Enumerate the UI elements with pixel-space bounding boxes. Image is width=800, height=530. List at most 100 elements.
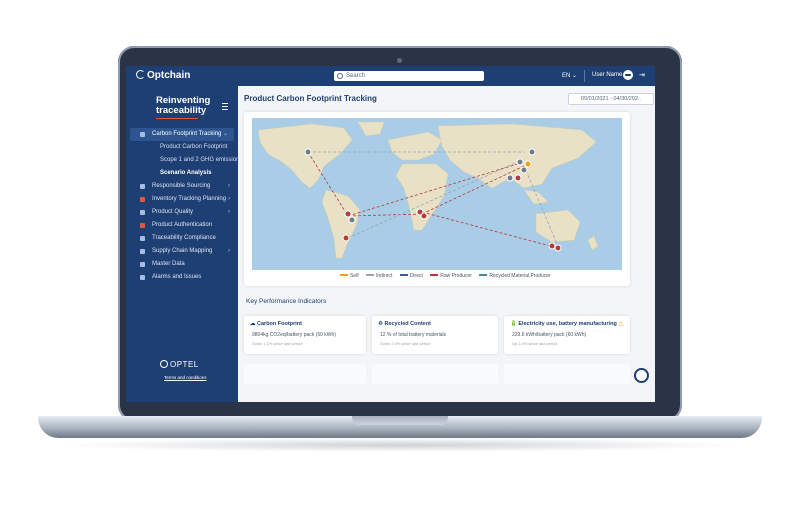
chevron-down-icon: ⌄ — [222, 131, 228, 137]
sidebar-item-label: Carbon Footprint Tracking — [152, 131, 222, 137]
kpi-title-text: Recycled Content — [384, 321, 431, 327]
optel-logo: OPTEL — [160, 360, 199, 369]
menu-toggle-icon[interactable] — [222, 103, 228, 110]
kpi-card-electricity-use[interactable]: 🔋 Electricity use, battery manufacturing… — [504, 316, 630, 354]
clipboard-icon — [140, 210, 145, 215]
kpi-title: ☁ Carbon Footprint — [250, 321, 302, 327]
box-icon — [140, 184, 145, 189]
kpi-subtext: Down 1.2% since last period — [252, 341, 303, 346]
sidebar-title: Reinventing traceability — [156, 96, 216, 119]
legend-swatch — [366, 274, 375, 276]
kpi-subtext: Down 2.0% since last period — [380, 341, 431, 346]
kpi-value: 12 % of total battery materials — [380, 332, 447, 338]
legend-item: Direct — [399, 273, 423, 279]
user-name[interactable]: User Name — [592, 72, 622, 78]
legend-item: Recycled Material Producer — [479, 273, 551, 279]
map-marker[interactable] — [506, 174, 514, 182]
sidebar-item-alarms-issues[interactable]: Alarms and Issues — [126, 271, 238, 284]
chevron-right-icon: › — [228, 209, 230, 215]
sidebar-item-supply-chain-mapping[interactable]: Supply Chain Mapping › — [126, 245, 238, 258]
sidebar-item-traceability-compliance[interactable]: Traceability Compliance — [126, 232, 238, 245]
legend-swatch — [430, 274, 439, 276]
chevron-right-icon: › — [228, 183, 230, 189]
bell-icon — [140, 275, 145, 280]
sidebar-item-carbon-footprint-tracking[interactable]: Carbon Footprint Tracking ⌄ — [130, 128, 234, 141]
sidebar-title-line2: traceability — [156, 105, 207, 116]
laptop-shadow — [60, 438, 740, 452]
date-range-picker[interactable]: 05/01/2021 - 04/30/202.. — [568, 93, 654, 105]
brand-logo[interactable]: Optchain — [136, 70, 190, 81]
kpi-card-recycled-content[interactable]: ♲ Recycled Content 12 % of total battery… — [372, 316, 498, 354]
legend-swatch — [479, 274, 488, 276]
optchain-logo-icon — [136, 70, 145, 79]
legend-label: Indirect — [376, 273, 393, 279]
title-underline — [156, 118, 198, 119]
sidebar-item-label: Supply Chain Mapping — [152, 248, 213, 254]
kpi-card-carbon-footprint[interactable]: ☁ Carbon Footprint 9804kg CO2eq/battery … — [244, 316, 366, 354]
sidebar-item-label: Alarms and Issues — [152, 274, 202, 280]
map-marker[interactable] — [514, 174, 522, 182]
map-marker[interactable] — [304, 148, 312, 156]
sidebar-item-label: Responsible Sourcing — [152, 183, 211, 189]
sidebar-subitem-scope-emission[interactable]: Scope 1 and 2 GHG emission — [126, 154, 240, 167]
sidebar-item-label: Scope 1 and 2 GHG emission — [160, 157, 240, 163]
kpi-title-text: Carbon Footprint — [257, 321, 302, 327]
world-map[interactable] — [252, 118, 622, 270]
map-marker[interactable] — [420, 212, 428, 220]
terms-link[interactable]: Terms and conditions — [164, 375, 207, 380]
legend-label: Raw Producer — [440, 273, 472, 279]
search-placeholder: Search — [346, 73, 366, 79]
map-marker[interactable] — [524, 160, 532, 168]
kpi-header: Key Performance Indicators — [246, 298, 327, 305]
sidebar-subitem-scenario-analysis[interactable]: Scenario Analysis — [126, 167, 238, 180]
search-icon — [337, 73, 343, 79]
sidebar-item-responsible-sourcing[interactable]: Responsible Sourcing › — [126, 180, 238, 193]
main-content: Product Carbon Footprint Tracking 05/01/… — [238, 86, 655, 402]
map-marker[interactable] — [344, 210, 352, 218]
map-marker[interactable] — [554, 244, 562, 252]
logout-icon[interactable]: ⇥ — [639, 71, 645, 79]
map-marker[interactable] — [516, 158, 524, 166]
shield-icon — [140, 223, 145, 228]
optel-logo-text: OPTEL — [170, 360, 199, 369]
kpi-value: 9804kg CO2eq/battery pack (60 kWh) — [252, 332, 336, 338]
sidebar-subitem-product-carbon-footprint[interactable]: Product Carbon Footprint — [126, 141, 238, 154]
language-selector[interactable]: EN ⌄ — [562, 72, 577, 79]
world-map-svg — [257, 121, 599, 259]
database-icon — [140, 262, 145, 267]
map-marker[interactable] — [548, 242, 556, 250]
legend-item: Self — [340, 273, 359, 279]
kpi-value: 229.6 kWh/battery pack (60 kWh) — [512, 332, 587, 338]
help-button[interactable] — [634, 368, 649, 383]
kpi-card-placeholder — [244, 364, 366, 384]
map-marker[interactable] — [528, 148, 536, 156]
sidebar-item-master-data[interactable]: Master Data — [126, 258, 238, 271]
map-marker[interactable] — [342, 234, 350, 242]
network-icon — [140, 249, 145, 254]
check-icon — [140, 236, 145, 241]
map-marker[interactable] — [348, 216, 356, 224]
leaf-icon — [140, 132, 145, 137]
chevron-right-icon: › — [228, 248, 230, 254]
camera-icon — [397, 58, 402, 63]
sidebar-item-product-authentication[interactable]: Product Authentication — [126, 219, 238, 232]
legend-swatch — [399, 274, 408, 276]
search-input[interactable]: Search — [334, 71, 484, 81]
sidebar-item-label: Traceability Compliance — [152, 235, 216, 241]
kpi-title: ♲ Recycled Content — [378, 321, 431, 327]
sidebar-item-label: Scenario Analysis — [160, 170, 212, 176]
top-bar: Optchain Search EN ⌄ User Name ⇥ — [126, 66, 655, 86]
kpi-title-text: Electricity use, battery manufacturing — [518, 321, 617, 327]
map-legend: Self Indirect Direct Raw Producer Recycl… — [340, 273, 557, 279]
sidebar-item-label: Product Carbon Footprint — [160, 144, 228, 150]
sidebar-item-product-quality[interactable]: Product Quality › — [126, 206, 238, 219]
laptop-notch — [352, 416, 448, 425]
sidebar-item-label: Inventory Tracking Planning — [152, 196, 227, 202]
page-title: Product Carbon Footprint Tracking — [244, 94, 377, 103]
map-marker[interactable] — [520, 166, 528, 174]
sidebar-item-label: Product Authentication — [152, 222, 213, 228]
map-card: Self Indirect Direct Raw Producer Recycl… — [244, 112, 630, 286]
app-screen: Optchain Search EN ⌄ User Name ⇥ Reinven… — [126, 66, 655, 402]
avatar[interactable] — [623, 70, 633, 80]
sidebar-item-inventory-tracking[interactable]: Inventory Tracking Planning › — [126, 193, 238, 206]
